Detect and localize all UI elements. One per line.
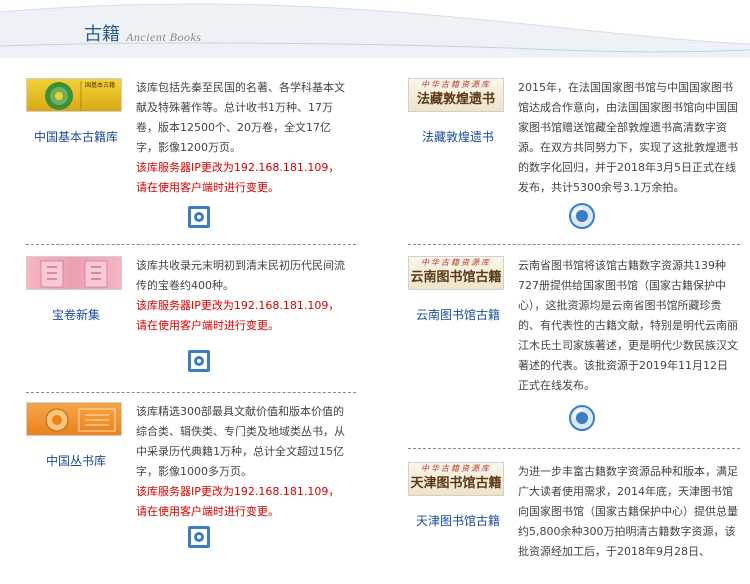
server-ip-notice: 该库服务器IP更改为192.168.181.109，请在使用客户端时进行变更。 (136, 299, 340, 332)
resource-item-congshu: 中国丛书库 该库精选300部最具文献价值和版本价值的综合类、辑佚类、专门类及地域… (26, 394, 356, 554)
page-subtitle: Ancient Books (126, 30, 202, 44)
client-access-icon[interactable] (186, 204, 212, 230)
resource-link[interactable]: 宝卷新集 (26, 306, 126, 323)
description-text: 该库共收录元末明初到清末民初历代民间流传的宝卷约400种。 (136, 259, 345, 292)
resource-thumbnail[interactable]: 中华古籍资源库 云南图书馆古籍 (408, 256, 504, 290)
description-text: 2015年，在法国国家图书馆与中国国家图书馆达成合作意向，由法国国家图书馆向中国… (518, 81, 738, 194)
resource-link[interactable]: 中国丛书库 (26, 452, 126, 469)
web-access-icon[interactable] (568, 404, 595, 431)
client-access-icon[interactable] (186, 524, 212, 550)
left-column: 国基本古籍 中国基本古籍库 该库包括先秦至民国的名著、各学科基本文献及特殊著作等… (26, 70, 356, 554)
ornament-image (45, 408, 116, 432)
resource-description: 该库精选300部最具文献价值和版本价值的综合类、辑佚类、专门类及地域类丛书，从中… (136, 402, 350, 522)
resource-thumbnail[interactable]: 中华古籍资源库 法藏敦煌遗书 (408, 78, 504, 112)
resource-item-dunhuang: 中华古籍资源库 法藏敦煌遗书 法藏敦煌遗书 2015年，在法国国家图书馆与中国国… (408, 70, 740, 248)
description-text: 云南省图书馆将该馆古籍数字资源共139种727册提供给国家图书馆（国家古籍保护中… (518, 259, 738, 392)
resource-link[interactable]: 中国基本古籍库 (26, 128, 126, 145)
right-column: 中华古籍资源库 法藏敦煌遗书 法藏敦煌遗书 2015年，在法国国家图书馆与中国国… (408, 70, 740, 584)
resource-link[interactable]: 天津图书馆古籍 (408, 512, 508, 529)
resource-description: 2015年，在法国国家图书馆与中国国家图书馆达成合作意向，由法国国家图书馆向中国… (518, 78, 738, 198)
resource-thumbnail[interactable] (26, 402, 122, 436)
server-ip-notice: 该库服务器IP更改为192.168.181.109，请在使用客户端时进行变更。 (136, 485, 340, 518)
resource-thumbnail[interactable]: 中华古籍资源库 天津图书馆古籍 (408, 462, 504, 496)
item-divider (26, 392, 356, 393)
resource-thumbnail[interactable]: 国基本古籍 (26, 78, 122, 112)
item-divider (408, 448, 740, 449)
thumbnail-label: 国基本古籍 (85, 82, 116, 89)
resource-item-yunnan: 中华古籍资源库 云南图书馆古籍 云南图书馆古籍 云南省图书馆将该馆古籍数字资源共… (408, 248, 740, 454)
resource-item-basic-ancient-books: 国基本古籍 中国基本古籍库 该库包括先秦至民国的名著、各学科基本文献及特殊著作等… (26, 70, 356, 248)
item-divider (26, 244, 356, 245)
scroll-pattern-image (40, 260, 108, 288)
resource-thumbnail[interactable] (26, 256, 122, 290)
banner-caption: 中华古籍资源库 (421, 464, 491, 473)
banner-caption: 中华古籍资源库 (421, 80, 491, 89)
description-text: 该库精选300部最具文献价值和版本价值的综合类、辑佚类、专门类及地域类丛书，从中… (136, 405, 345, 478)
resource-link[interactable]: 云南图书馆古籍 (408, 306, 508, 323)
client-access-icon[interactable] (186, 348, 212, 374)
resource-description: 该库共收录元末明初到清末民初历代民间流传的宝卷约400种。 该库服务器IP更改为… (136, 256, 350, 336)
resource-description: 该库包括先秦至民国的名著、各学科基本文献及特殊著作等。总计收书1万种、17万卷，… (136, 78, 350, 198)
resource-link[interactable]: 法藏敦煌遗书 (408, 128, 508, 145)
resource-description: 为进一步丰富古籍数字资源品种和版本，满足广大读者使用需求，2014年底，天津图书… (518, 462, 738, 562)
web-access-icon[interactable] (568, 202, 595, 229)
item-divider (408, 244, 740, 245)
banner-title: 云南图书馆古籍 (410, 270, 502, 285)
resource-item-baojuan: 宝卷新集 该库共收录元末明初到清末民初历代民间流传的宝卷约400种。 该库服务器… (26, 248, 356, 394)
resource-description: 云南省图书馆将该馆古籍数字资源共139种727册提供给国家图书馆（国家古籍保护中… (518, 256, 738, 396)
banner-title: 法藏敦煌遗书 (416, 92, 495, 107)
description-text: 该库包括先秦至民国的名著、各学科基本文献及特殊著作等。总计收书1万种、17万卷，… (136, 81, 345, 154)
resource-item-tianjin: 中华古籍资源库 天津图书馆古籍 天津图书馆古籍 为进一步丰富古籍数字资源品种和版… (408, 454, 740, 584)
server-ip-notice: 该库服务器IP更改为192.168.181.109，请在使用客户端时进行变更。 (136, 161, 340, 194)
section-header: 古籍 Ancient Books (0, 0, 750, 58)
page-title: 古籍 (84, 24, 120, 45)
banner-caption: 中华古籍资源库 (421, 258, 491, 267)
banner-title: 天津图书馆古籍 (410, 476, 502, 491)
description-text: 为进一步丰富古籍数字资源品种和版本，满足广大读者使用需求，2014年底，天津图书… (518, 465, 738, 558)
